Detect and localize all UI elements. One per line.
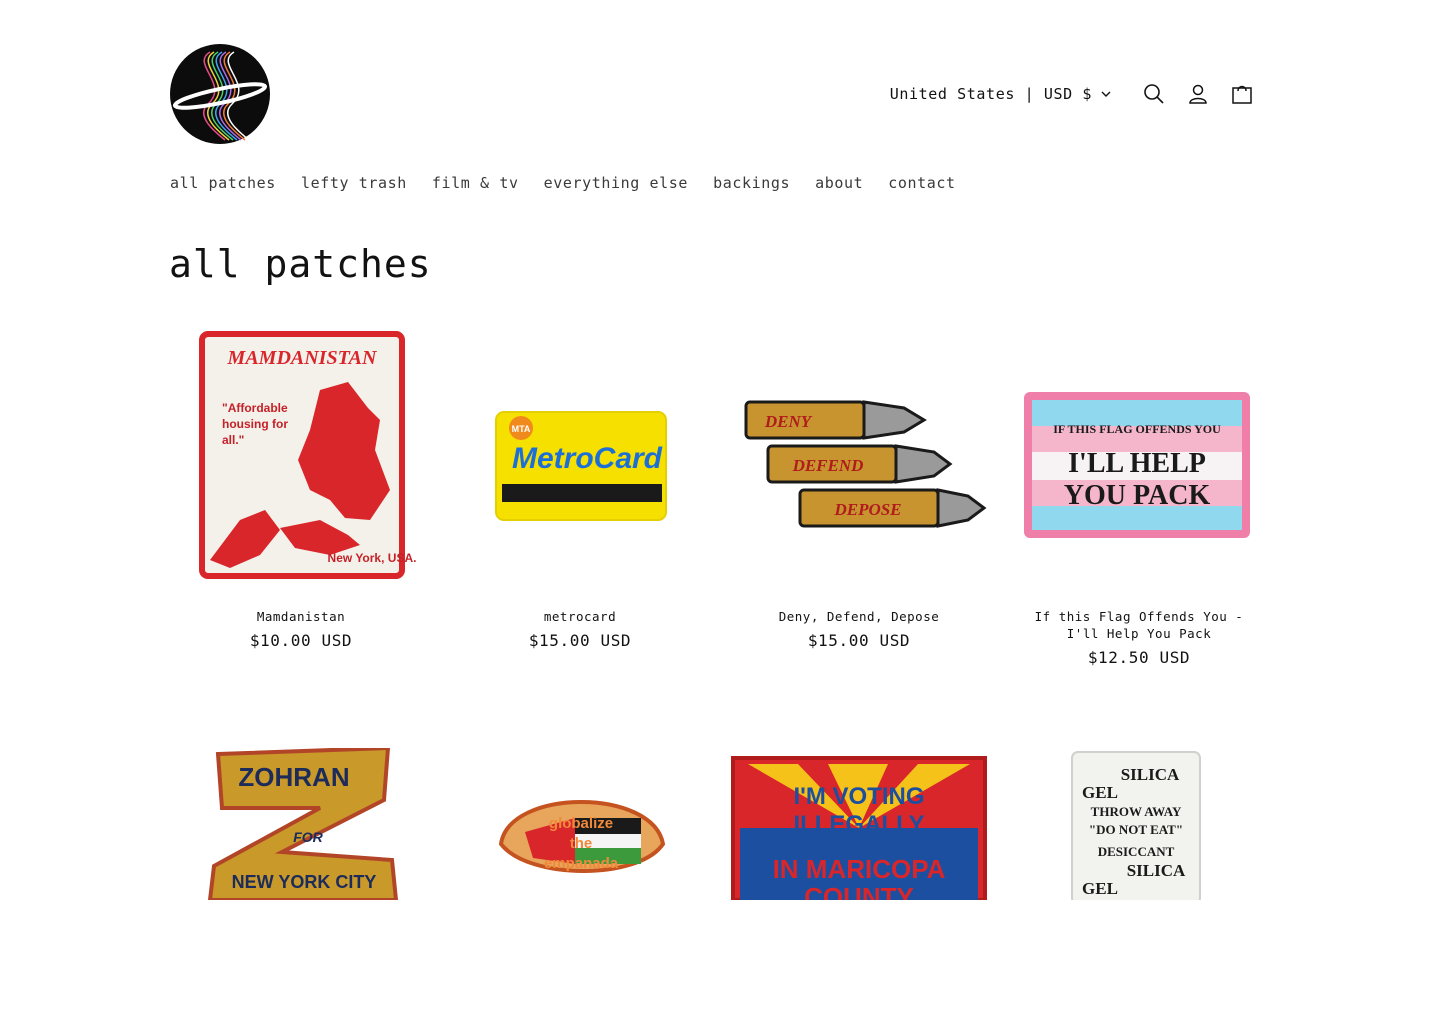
patch-text: "DO NOT EAT"	[1089, 822, 1183, 837]
cart-icon[interactable]	[1220, 80, 1264, 108]
patch-text: DEFEND	[792, 456, 864, 475]
patch-text: empanada	[544, 855, 619, 872]
patch-text: "Affordable	[222, 401, 288, 415]
product-card[interactable]: MAMDANISTAN "Affordable housing for all.…	[170, 330, 432, 650]
patch-text: COUNTY	[804, 882, 914, 900]
patch-text: IF THIS FLAG OFFENDS YOU	[1053, 422, 1221, 436]
patch-text: GEL	[1082, 879, 1118, 898]
patch-text: New York, USA.	[328, 551, 417, 565]
account-icon[interactable]	[1176, 80, 1220, 108]
patch-text: ZOHRAN	[238, 762, 349, 792]
product-card[interactable]: SILICA GEL THROW AWAY "DO NOT EAT" DESIC…	[1008, 748, 1270, 1010]
product-image[interactable]: DENY DEFEND DEPOSE	[728, 330, 990, 592]
product-image[interactable]: globalize the empanada	[449, 748, 711, 1010]
patch-text: all."	[222, 433, 244, 447]
product-image[interactable]: ZOHRAN FOR NEW YORK CITY	[170, 748, 432, 1010]
patch-text: MTA	[512, 424, 531, 434]
nav-item-contact[interactable]: contact	[888, 172, 955, 194]
nav-item-everything-else[interactable]: everything else	[544, 172, 688, 194]
nav-item-about[interactable]: about	[815, 172, 863, 194]
nav-item-film-tv[interactable]: film & tv	[432, 172, 519, 194]
product-title[interactable]: Mamdanistan	[170, 608, 432, 625]
country-currency-selector[interactable]: United States | USD $	[890, 85, 1112, 103]
product-card[interactable]: DENY DEFEND DEPOSE Deny, Defend, Depose …	[728, 330, 990, 650]
patch-text: FOR	[293, 829, 323, 845]
patch-text: THROW AWAY	[1091, 804, 1182, 819]
patch-text: YOU PACK	[1064, 480, 1211, 511]
country-currency-label: United States | USD $	[889, 85, 1092, 103]
patch-text: I'M VOTING	[793, 783, 924, 810]
product-card[interactable]: I'M VOTING ILLEGALLY IN MARICOPA COUNTY	[728, 748, 990, 1010]
page-title: all patches	[169, 242, 432, 286]
nav-item-lefty-trash[interactable]: lefty trash	[301, 172, 407, 194]
patch-text: DESICCANT	[1098, 844, 1175, 859]
product-card[interactable]: globalize the empanada	[449, 748, 711, 1010]
patch-text: DEPOSE	[833, 500, 901, 519]
product-price: $15.00 USD	[807, 631, 911, 650]
product-image[interactable]: IF THIS FLAG OFFENDS YOU I'LL HELP YOU P…	[1008, 330, 1270, 592]
search-icon[interactable]	[1132, 80, 1176, 108]
product-image[interactable]: SILICA GEL THROW AWAY "DO NOT EAT" DESIC…	[1008, 748, 1270, 1010]
product-title[interactable]: If this Flag Offends You - I'll Help You…	[1008, 608, 1270, 642]
patch-text: globalize	[549, 815, 613, 832]
patch-text: DENY	[764, 412, 813, 431]
product-card[interactable]: MTA MetroCard metrocard $15.00 USD	[449, 330, 711, 650]
patch-heading: MAMDANISTAN	[227, 347, 378, 369]
patch-text: housing for	[222, 417, 288, 431]
store-logo[interactable]	[170, 44, 270, 144]
product-title[interactable]: metrocard	[449, 608, 711, 625]
patch-text: the	[570, 835, 593, 852]
nav-item-backings[interactable]: backings	[713, 172, 790, 194]
product-image[interactable]: I'M VOTING ILLEGALLY IN MARICOPA COUNTY	[728, 748, 990, 1010]
product-card[interactable]: IF THIS FLAG OFFENDS YOU I'LL HELP YOU P…	[1008, 330, 1270, 667]
patch-text: SILICA	[1121, 765, 1180, 784]
product-image[interactable]: MAMDANISTAN "Affordable housing for all.…	[170, 330, 432, 592]
product-price: $15.00 USD	[528, 631, 632, 650]
patch-text: MetroCard	[512, 442, 663, 475]
chevron-down-icon	[1101, 91, 1111, 97]
nav-item-all-patches[interactable]: all patches	[170, 172, 276, 194]
product-price: $10.00 USD	[249, 631, 353, 650]
main-navigation: all patches lefty trash film & tv everyt…	[170, 172, 981, 194]
product-price: $12.50 USD	[1087, 648, 1191, 667]
product-image[interactable]: MTA MetroCard	[449, 330, 711, 592]
site-header: United States | USD $	[170, 44, 1270, 144]
patch-text: SILICA	[1127, 861, 1186, 880]
header-actions: United States | USD $	[890, 80, 1264, 108]
patch-text: IN MARICOPA	[773, 854, 946, 884]
product-title[interactable]: Deny, Defend, Depose	[728, 608, 990, 625]
patch-text: GEL	[1082, 783, 1118, 802]
patch-text: ILLEGALLY	[793, 811, 924, 838]
product-card[interactable]: ZOHRAN FOR NEW YORK CITY	[170, 748, 432, 1010]
patch-text: I'LL HELP	[1068, 448, 1206, 479]
patch-text: NEW YORK CITY	[232, 872, 377, 892]
